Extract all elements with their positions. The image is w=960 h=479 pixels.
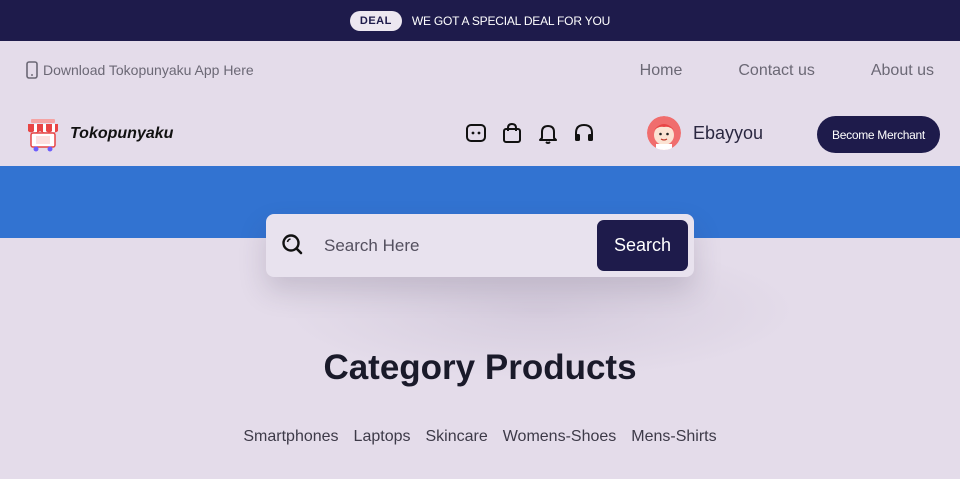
- category-womens-shoes[interactable]: Womens-Shoes: [503, 428, 617, 446]
- brand-logo[interactable]: Tokopunyaku: [24, 115, 173, 153]
- user-profile[interactable]: Ebayyou: [647, 116, 763, 150]
- avatar: [647, 116, 681, 150]
- download-app-link[interactable]: Download Tokopunyaku App Here: [26, 61, 254, 79]
- category-title: Category Products: [323, 348, 637, 387]
- category-list: Smartphones Laptops Skincare Womens-Shoe…: [0, 428, 960, 446]
- brand-name: Tokopunyaku: [70, 125, 174, 142]
- search-input[interactable]: [324, 234, 584, 258]
- chat-icon[interactable]: [465, 122, 487, 144]
- nav-about-us[interactable]: About us: [871, 62, 934, 80]
- main-header: Tokopunyaku Ebayyou Become Merchant: [0, 103, 960, 166]
- promo-message: WE GOT A SPECIAL DEAL FOR YOU: [411, 13, 611, 28]
- headphones-icon[interactable]: [573, 122, 595, 144]
- deal-badge: DEAL: [349, 10, 402, 31]
- shop-logo-icon: [28, 119, 58, 152]
- nav-home[interactable]: Home: [640, 62, 683, 80]
- promo-topbar: DEAL WE GOT A SPECIAL DEAL FOR YOU: [0, 0, 960, 41]
- username: Ebayyou: [693, 122, 764, 143]
- become-merchant-button[interactable]: Become Merchant: [817, 116, 940, 153]
- search-button[interactable]: Search: [597, 220, 688, 271]
- category-mens-shirts[interactable]: Mens-Shirts: [631, 428, 716, 446]
- info-bar: Download Tokopunyaku App Here Home Conta…: [0, 41, 960, 103]
- top-nav: Home Contact us About us: [640, 62, 934, 80]
- bell-icon[interactable]: [537, 122, 559, 144]
- shopping-bag-icon[interactable]: [501, 122, 523, 144]
- nav-contact-us[interactable]: Contact us: [738, 62, 814, 80]
- category-laptops[interactable]: Laptops: [354, 428, 411, 446]
- category-skincare[interactable]: Skincare: [425, 428, 487, 446]
- download-app-label: Download Tokopunyaku App Here: [43, 62, 254, 78]
- header-icons: [465, 122, 595, 144]
- search-icon: [281, 233, 303, 255]
- category-smartphones[interactable]: Smartphones: [243, 428, 338, 446]
- smartphone-icon: [26, 61, 38, 79]
